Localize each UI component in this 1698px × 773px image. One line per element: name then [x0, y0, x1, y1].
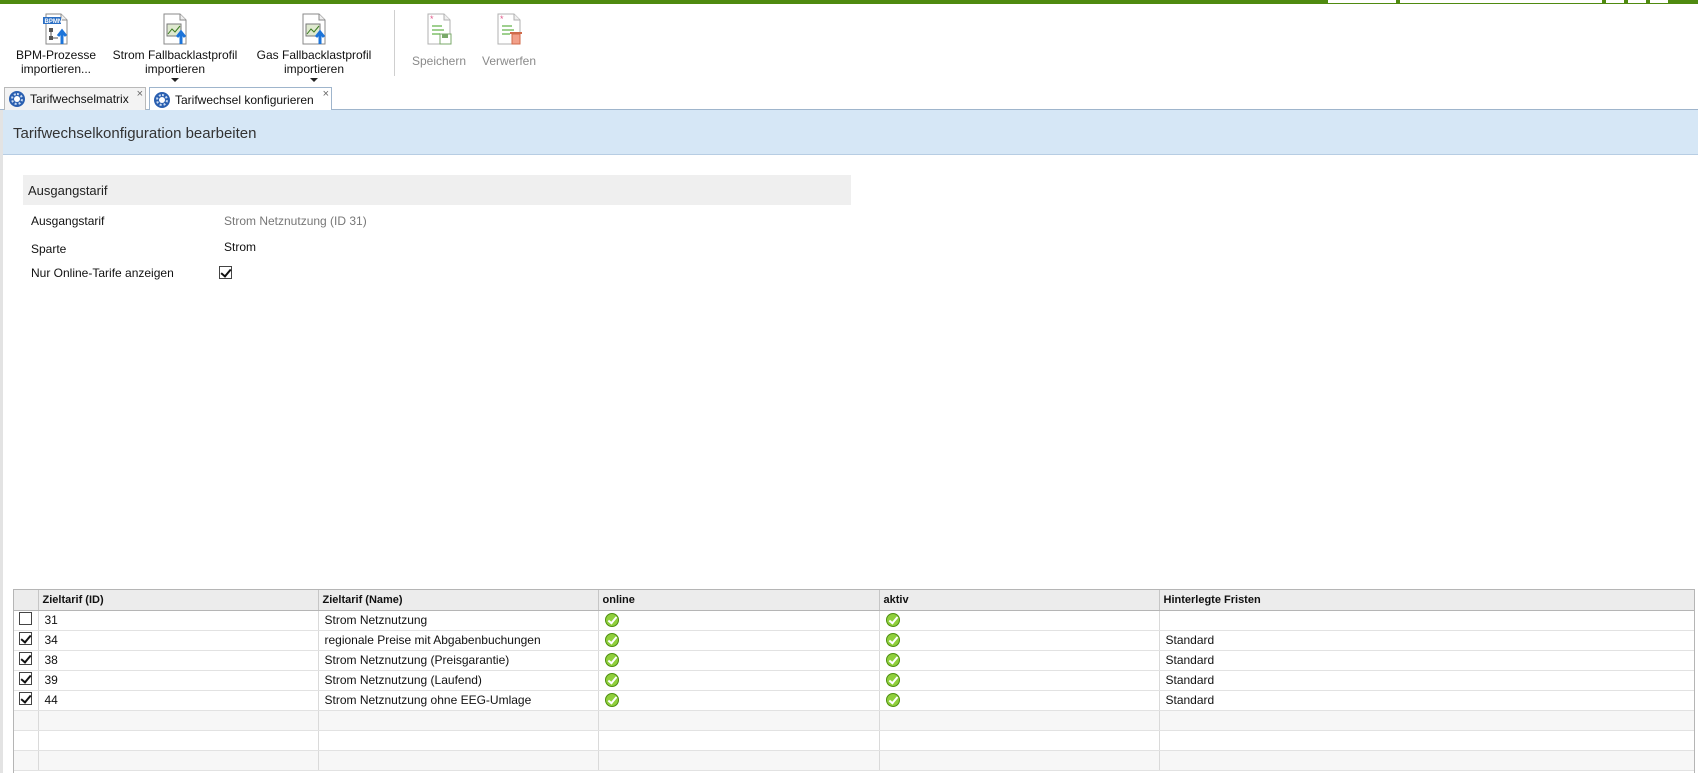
table-row[interactable]: 38 Strom Netznutzung (Preisgarantie) Sta… — [14, 650, 1694, 671]
check-circle-icon — [604, 653, 619, 668]
save-document-icon: * — [424, 12, 454, 46]
target-tariff-grid: Zieltarif (ID) Zieltarif (Name) online a… — [13, 589, 1695, 773]
row-checkbox[interactable] — [19, 652, 32, 665]
select-column-header — [14, 590, 39, 611]
bpm-import-button[interactable]: BPMN BPM-Prozesse importieren... — [12, 12, 100, 76]
top-field[interactable] — [1328, 0, 1396, 3]
check-circle-icon — [885, 693, 900, 708]
row-checkbox[interactable] — [19, 672, 32, 685]
check-circle-icon — [885, 653, 900, 668]
cell-name: regionale Preise mit Abgabenbuchungen — [318, 630, 599, 651]
tab-label: Tarifwechselmatrix — [30, 92, 129, 106]
toolbar-separator — [394, 10, 395, 76]
check-circle-icon — [885, 673, 900, 688]
save-button[interactable]: * Speichern — [408, 12, 470, 68]
check-circle-icon — [604, 633, 619, 648]
cell-fristen: Standard — [1159, 630, 1694, 651]
svg-text:BPMN: BPMN — [45, 19, 63, 25]
tab-label: Tarifwechsel konfigurieren — [175, 92, 314, 107]
cell-id: 31 — [38, 610, 319, 631]
check-circle-icon — [885, 633, 900, 648]
page-header: Tarifwechselkonfiguration bearbeiten — [3, 110, 1698, 155]
close-icon[interactable]: × — [137, 88, 143, 100]
tab-tarifwechselmatrix[interactable]: Tarifwechselmatrix × — [4, 87, 146, 110]
online-filter-checkbox[interactable] — [219, 266, 232, 279]
sparte-value[interactable]: Strom — [224, 240, 256, 254]
check-circle-icon — [604, 673, 619, 688]
page-title: Tarifwechselkonfiguration bearbeiten — [13, 125, 257, 142]
grid-header-row: Zieltarif (ID) Zieltarif (Name) online a… — [14, 590, 1694, 611]
online-filter-label: Nur Online-Tarife anzeigen — [31, 266, 174, 280]
svg-text:*: * — [430, 14, 434, 24]
cell-fristen: Standard — [1159, 690, 1694, 711]
column-header-id[interactable]: Zieltarif (ID) — [38, 590, 319, 611]
column-header-aktiv[interactable]: aktiv — [879, 590, 1160, 611]
empty-row — [14, 730, 1694, 751]
table-row[interactable]: 44 Strom Netznutzung ohne EEG-Umlage Sta… — [14, 690, 1694, 711]
chart-import-icon — [299, 12, 329, 46]
cell-fristen: Standard — [1159, 650, 1694, 671]
close-icon[interactable]: × — [323, 88, 329, 100]
gear-icon — [154, 91, 170, 108]
top-field[interactable] — [1650, 0, 1668, 3]
dropdown-arrow-icon[interactable] — [171, 78, 179, 82]
column-header-fristen[interactable]: Hinterlegte Fristen — [1159, 590, 1694, 611]
check-circle-icon — [885, 613, 900, 628]
check-circle-icon — [604, 693, 619, 708]
discard-document-icon: * — [494, 12, 524, 46]
online-filter-checkbox-wrap — [219, 266, 232, 282]
cell-id: 44 — [38, 690, 319, 711]
svg-text:*: * — [500, 14, 504, 24]
empty-row — [14, 750, 1694, 771]
cell-id: 34 — [38, 630, 319, 651]
cell-id: 38 — [38, 650, 319, 671]
left-rail — [0, 110, 3, 773]
tab-bar: Tarifwechselmatrix × Tarifwechsel konfig… — [0, 87, 1698, 111]
save-label: Speichern — [411, 54, 467, 68]
chart-import-icon — [160, 12, 190, 46]
table-row[interactable]: 31 Strom Netznutzung — [14, 610, 1694, 631]
discard-button[interactable]: * Verwerfen — [478, 12, 540, 68]
strom-fallback-import-button[interactable]: Strom Fallbacklastprofil importieren — [108, 12, 242, 82]
column-header-online[interactable]: online — [598, 590, 880, 611]
column-header-name[interactable]: Zieltarif (Name) — [318, 590, 599, 611]
top-field[interactable] — [1606, 0, 1624, 3]
ausgangstarif-label: Ausgangstarif — [31, 214, 105, 228]
sparte-label: Sparte — [31, 242, 67, 256]
top-field[interactable] — [1628, 0, 1646, 3]
bpm-import-icon: BPMN — [41, 12, 71, 46]
table-row[interactable]: 34 regionale Preise mit Abgabenbuchungen… — [14, 630, 1694, 651]
empty-row — [14, 710, 1694, 731]
dropdown-arrow-icon[interactable] — [310, 78, 318, 82]
cell-name: Strom Netznutzung (Preisgarantie) — [318, 650, 599, 671]
toolbar: BPMN BPM-Prozesse importieren... Strom F… — [0, 4, 1698, 86]
table-row[interactable]: 39 Strom Netznutzung (Laufend) Standard — [14, 670, 1694, 691]
cell-fristen: Standard — [1159, 670, 1694, 691]
cell-id: 39 — [38, 670, 319, 691]
cell-name: Strom Netznutzung ohne EEG-Umlage — [318, 690, 599, 711]
tab-tarifwechsel-konfigurieren[interactable]: Tarifwechsel konfigurieren × — [149, 87, 332, 111]
check-circle-icon — [604, 613, 619, 628]
row-checkbox[interactable] — [19, 612, 32, 625]
strom-fallback-label: Strom Fallbacklastprofil importieren — [112, 48, 238, 76]
cell-fristen — [1159, 610, 1694, 631]
cell-name: Strom Netznutzung (Laufend) — [318, 670, 599, 691]
section-title: Ausgangstarif — [28, 183, 108, 198]
top-field[interactable] — [1400, 0, 1602, 3]
gas-fallback-import-button[interactable]: Gas Fallbacklastprofil importieren — [252, 12, 376, 82]
discard-label: Verwerfen — [481, 54, 537, 68]
cell-name: Strom Netznutzung — [318, 610, 599, 631]
section-header: Ausgangstarif — [23, 175, 851, 205]
bpm-import-label: BPM-Prozesse importieren... — [15, 48, 97, 76]
row-checkbox[interactable] — [19, 632, 32, 645]
gear-icon — [9, 91, 25, 107]
ausgangstarif-value[interactable]: Strom Netznutzung (ID 31) — [224, 214, 367, 228]
gas-fallback-label: Gas Fallbacklastprofil importieren — [256, 48, 372, 76]
row-checkbox[interactable] — [19, 692, 32, 705]
